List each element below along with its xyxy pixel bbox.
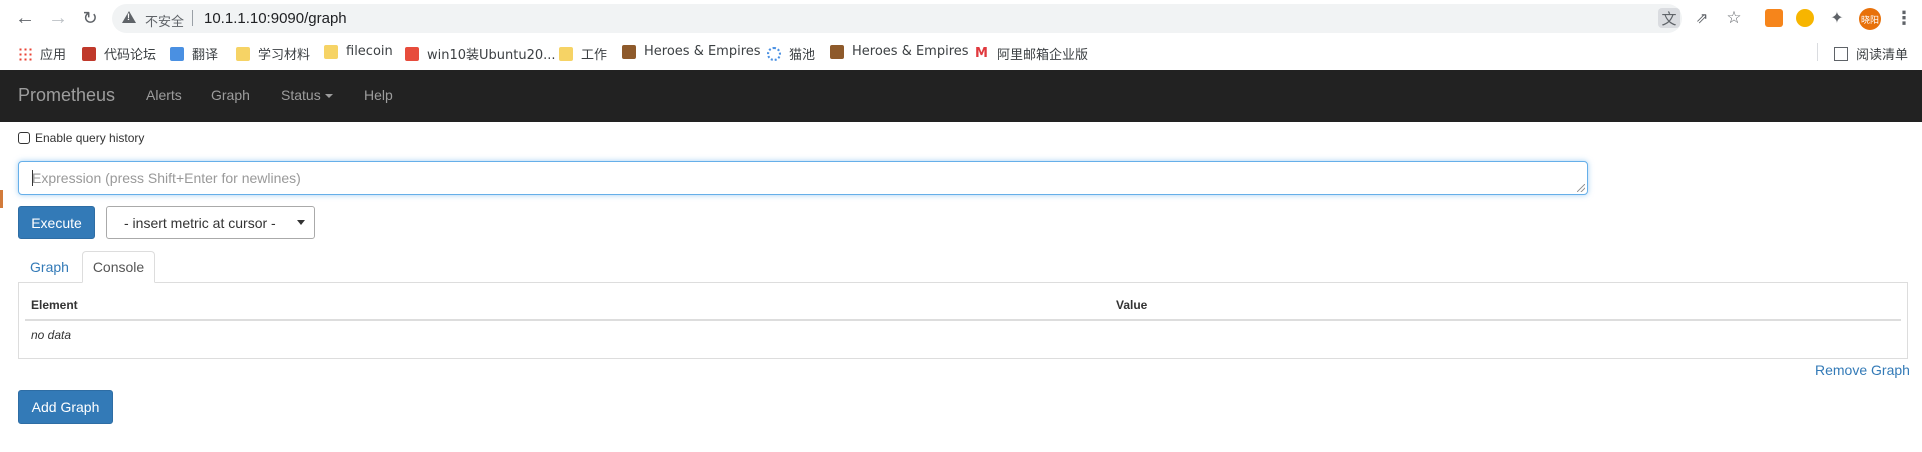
- bookmark-label: 翻译: [192, 48, 219, 63]
- text-cursor: [32, 170, 33, 186]
- extensions-icon[interactable]: ✦: [1827, 8, 1847, 28]
- metric-select-value: - insert metric at cursor -: [124, 214, 276, 231]
- navbar: Prometheus Alerts Graph Status Help: [0, 70, 1922, 122]
- bookmark-label: Heroes & Empires: [852, 44, 969, 59]
- bookmark-label: Heroes & Empires: [644, 44, 761, 59]
- console-panel: Element Value no data: [18, 282, 1908, 359]
- table-header-divider: [25, 319, 1901, 321]
- spinner-icon: [767, 46, 781, 61]
- bookmark-label: 猫池: [789, 48, 816, 63]
- bookmark-translate[interactable]: 翻译: [170, 44, 218, 63]
- apps-grid-icon: [18, 46, 32, 61]
- metric-select[interactable]: - insert metric at cursor -: [106, 206, 315, 239]
- bookmark-filecoin[interactable]: filecoin: [324, 44, 393, 59]
- reload-icon[interactable]: ↻: [77, 5, 103, 31]
- tab-console[interactable]: Console: [82, 251, 155, 283]
- resize-handle-icon[interactable]: [1577, 184, 1585, 192]
- translate-icon[interactable]: 文: [1658, 8, 1680, 28]
- forward-icon[interactable]: →: [45, 5, 71, 31]
- nav-alerts[interactable]: Alerts: [146, 87, 182, 103]
- bookmark-win10-ubuntu[interactable]: win10装Ubuntu20...: [405, 44, 556, 63]
- folder-icon: [324, 44, 338, 59]
- browser-toolbar: ← → ↻ 不安全 10.1.1.10:9090/graph 文 ⇗ ☆ ✦ 晓…: [0, 0, 1922, 34]
- game-icon: [830, 44, 844, 59]
- bookmark-label: 应用: [40, 48, 67, 63]
- bookmark-label: 学习材料: [258, 48, 311, 63]
- fc-icon: [82, 46, 96, 61]
- history-checkbox[interactable]: [18, 132, 30, 144]
- bookmark-label: win10装Ubuntu20...: [427, 48, 556, 63]
- bookmark-code-forum[interactable]: 代码论坛: [82, 44, 156, 63]
- translate-icon: [170, 46, 184, 61]
- history-label: Enable query history: [35, 131, 145, 145]
- query-history-toggle[interactable]: Enable query history: [18, 131, 144, 145]
- warning-icon[interactable]: [122, 11, 136, 23]
- bookmark-heroes-empires[interactable]: Heroes & Empires: [622, 44, 761, 59]
- bookmark-label: filecoin: [346, 44, 393, 59]
- add-graph-button[interactable]: Add Graph: [18, 390, 113, 424]
- execute-button[interactable]: Execute: [18, 206, 95, 239]
- bookmark-ali-mail[interactable]: M 阿里邮箱企业版: [975, 44, 1088, 63]
- brand-logo[interactable]: Prometheus: [18, 85, 115, 106]
- nav-help[interactable]: Help: [364, 87, 393, 103]
- bookmark-label: 代码论坛: [104, 48, 157, 63]
- nav-graph[interactable]: Graph: [211, 87, 250, 103]
- reading-list-button[interactable]: 阅读清单: [1833, 44, 1908, 63]
- bookmark-work[interactable]: 工作: [559, 44, 607, 63]
- reading-list-label: 阅读清单: [1855, 48, 1908, 63]
- bookmark-divider: [1817, 43, 1818, 61]
- profile-avatar[interactable]: 晓阳: [1859, 8, 1881, 30]
- empty-state: no data: [31, 328, 72, 342]
- window-edge: [0, 190, 3, 208]
- expression-placeholder: Expression (press Shift+Enter for newlin…: [32, 170, 301, 186]
- bookmarks-bar: 应用 代码论坛 翻译 学习材料 filecoin win10装Ubuntu20.…: [0, 36, 1922, 70]
- share-icon[interactable]: ⇗: [1692, 8, 1712, 28]
- tab-graph[interactable]: Graph: [18, 251, 81, 282]
- expression-input[interactable]: Expression (press Shift+Enter for newlin…: [18, 161, 1588, 195]
- metamask-icon[interactable]: [1765, 9, 1783, 27]
- address-bar[interactable]: [112, 4, 1682, 33]
- remove-graph-link[interactable]: Remove Graph: [1815, 362, 1910, 378]
- folder-icon: [559, 46, 573, 61]
- bookmark-study[interactable]: 学习材料: [236, 44, 310, 63]
- game-icon: [622, 44, 636, 59]
- caret-down-icon: [324, 94, 333, 99]
- chevron-down-icon: [297, 220, 305, 225]
- bookmark-cat-pool[interactable]: 猫池: [767, 44, 815, 63]
- folder-icon: [236, 46, 250, 61]
- security-label[interactable]: 不安全: [145, 11, 184, 30]
- reading-list-icon: [1833, 46, 1848, 61]
- column-value: Value: [1116, 298, 1148, 312]
- mail-icon: M: [975, 45, 988, 61]
- star-icon[interactable]: ☆: [1724, 8, 1744, 28]
- address-divider: [192, 10, 193, 26]
- bookmark-label: 工作: [581, 48, 608, 63]
- bookmark-heroes-empires-2[interactable]: Heroes & Empires: [830, 44, 969, 59]
- c-icon: [405, 46, 419, 61]
- paragraph-icon[interactable]: [1796, 9, 1814, 27]
- bookmark-apps[interactable]: 应用: [18, 44, 66, 63]
- nav-status-label: Status: [281, 87, 321, 103]
- panel-tabs: Graph Console: [18, 251, 1908, 283]
- url-text[interactable]: 10.1.1.10:9090/graph: [204, 10, 347, 27]
- column-element: Element: [31, 298, 78, 312]
- nav-status[interactable]: Status: [281, 87, 333, 103]
- bookmark-label: 阿里邮箱企业版: [997, 48, 1089, 63]
- menu-icon[interactable]: ⋮: [1895, 8, 1913, 29]
- back-icon[interactable]: ←: [12, 5, 38, 31]
